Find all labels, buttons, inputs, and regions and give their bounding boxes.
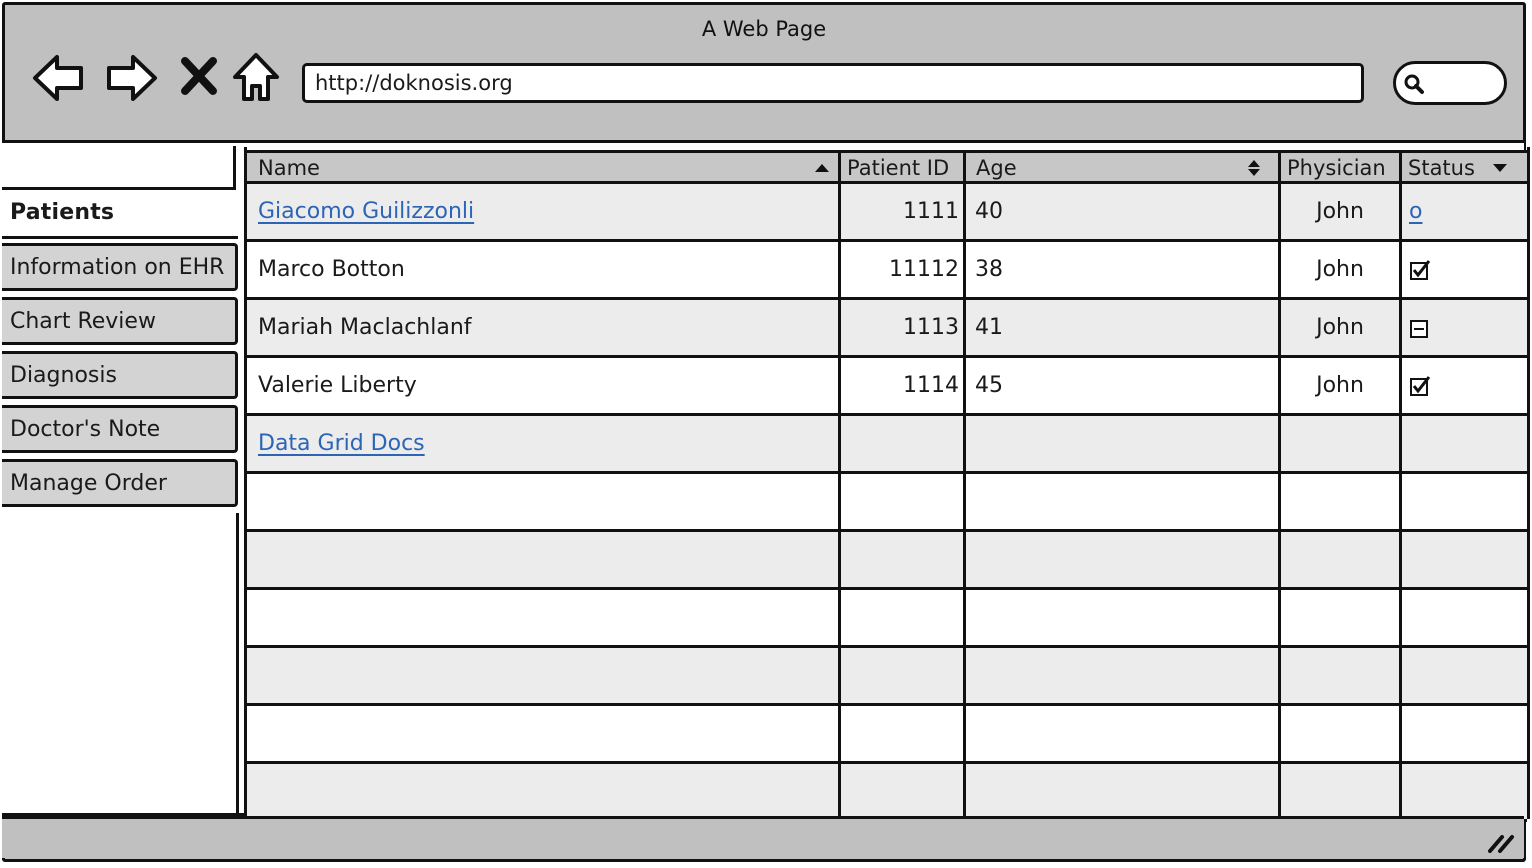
tab-chart-review[interactable]: Chart Review bbox=[2, 297, 238, 345]
cell-patient-id: 1113 bbox=[903, 315, 959, 340]
column-divider bbox=[963, 150, 966, 820]
url-input[interactable]: http://doknosis.org bbox=[302, 63, 1364, 103]
column-divider bbox=[838, 150, 841, 820]
cell-physician: John bbox=[1316, 199, 1364, 224]
grid-header: Name Patient ID Age Physician Status bbox=[247, 150, 1527, 184]
table-row[interactable]: Valerie Liberty 1114 45 John bbox=[247, 358, 1527, 416]
column-header-label: Name bbox=[258, 156, 320, 180]
table-row[interactable]: Data Grid Docs bbox=[247, 416, 1527, 474]
checkbox-indeterminate-icon[interactable] bbox=[1409, 317, 1431, 339]
table-row[interactable]: Mariah Maclachlanf 1113 41 John bbox=[247, 300, 1527, 358]
data-grid: Name Patient ID Age Physician Status Gia… bbox=[244, 147, 1530, 822]
stop-button[interactable] bbox=[177, 49, 221, 107]
cell-physician: John bbox=[1316, 315, 1364, 340]
cell-physician bbox=[1281, 416, 1399, 471]
cell-name: Valerie Liberty bbox=[258, 373, 417, 398]
sidebar: Patients Information on EHR Chart Review… bbox=[2, 143, 239, 813]
table-row-empty bbox=[247, 590, 1527, 648]
forward-button[interactable] bbox=[103, 49, 161, 107]
cell-age: 40 bbox=[975, 199, 1003, 224]
tab-diagnosis[interactable]: Diagnosis bbox=[2, 351, 238, 399]
content-area: Patients Information on EHR Chart Review… bbox=[2, 140, 1530, 822]
column-header-label: Patient ID bbox=[847, 156, 950, 180]
window-title: A Web Page bbox=[701, 17, 827, 41]
column-header-age[interactable]: Age bbox=[968, 153, 1280, 183]
close-icon bbox=[181, 57, 217, 95]
column-divider bbox=[1278, 150, 1281, 820]
sidebar-filter-input[interactable] bbox=[2, 146, 236, 190]
dropdown-icon bbox=[1493, 164, 1507, 172]
cell-name-link[interactable]: Giacomo Guilizzonli bbox=[258, 184, 828, 239]
sort-toggle-icon bbox=[1248, 160, 1260, 176]
forward-arrow-icon bbox=[107, 55, 157, 101]
table-row[interactable]: Marco Botton 11112 38 John bbox=[247, 242, 1527, 300]
column-header-name[interactable]: Name bbox=[250, 153, 838, 183]
cell-age bbox=[975, 416, 1265, 471]
column-header-status[interactable]: Status bbox=[1404, 153, 1528, 183]
search-input[interactable] bbox=[1393, 61, 1507, 105]
cell-status-link[interactable]: o bbox=[1409, 184, 1519, 239]
home-icon bbox=[233, 53, 279, 101]
sort-ascending-icon bbox=[815, 164, 829, 172]
cell-age: 38 bbox=[975, 257, 1003, 282]
tab-doctors-note[interactable]: Doctor's Note bbox=[2, 405, 238, 453]
column-header-patient-id[interactable]: Patient ID bbox=[841, 153, 965, 183]
resize-grip-icon[interactable] bbox=[1486, 831, 1516, 855]
checkbox-checked-icon[interactable] bbox=[1409, 259, 1431, 281]
cell-name-link[interactable]: Data Grid Docs bbox=[258, 416, 828, 471]
home-button[interactable] bbox=[229, 49, 283, 107]
column-header-physician[interactable]: Physician bbox=[1283, 153, 1401, 183]
cell-age: 45 bbox=[975, 373, 1003, 398]
table-row-empty bbox=[247, 532, 1527, 590]
cell-physician: John bbox=[1316, 373, 1364, 398]
cell-physician: John bbox=[1316, 257, 1364, 282]
tab-information-on-ehr[interactable]: Information on EHR bbox=[2, 243, 238, 291]
table-row-empty bbox=[247, 648, 1527, 706]
cell-name: Marco Botton bbox=[258, 257, 405, 282]
cell-name: Mariah Maclachlanf bbox=[258, 315, 472, 340]
cell-patient-id: 11112 bbox=[889, 257, 959, 282]
table-row-empty bbox=[247, 706, 1527, 764]
cell-patient-id: 1111 bbox=[903, 199, 959, 224]
sidebar-divider bbox=[236, 513, 239, 813]
tab-manage-order[interactable]: Manage Order bbox=[2, 459, 238, 507]
tab-patients[interactable]: Patients bbox=[2, 191, 238, 239]
status-bar bbox=[2, 816, 1524, 858]
search-icon bbox=[1404, 74, 1424, 94]
cell-age: 41 bbox=[975, 315, 1003, 340]
table-row[interactable]: Giacomo Guilizzonli 1111 40 John o bbox=[247, 184, 1527, 242]
column-divider bbox=[1399, 150, 1402, 820]
table-row-empty bbox=[247, 474, 1527, 532]
back-button[interactable] bbox=[29, 49, 87, 107]
cell-patient-id bbox=[841, 416, 959, 471]
table-row-empty bbox=[247, 764, 1527, 822]
column-header-label: Age bbox=[976, 156, 1017, 180]
column-header-label: Physician bbox=[1287, 156, 1386, 180]
checkbox-checked-icon[interactable] bbox=[1409, 375, 1431, 397]
back-arrow-icon bbox=[33, 55, 83, 101]
cell-patient-id: 1114 bbox=[903, 373, 959, 398]
column-header-label: Status bbox=[1408, 156, 1475, 180]
